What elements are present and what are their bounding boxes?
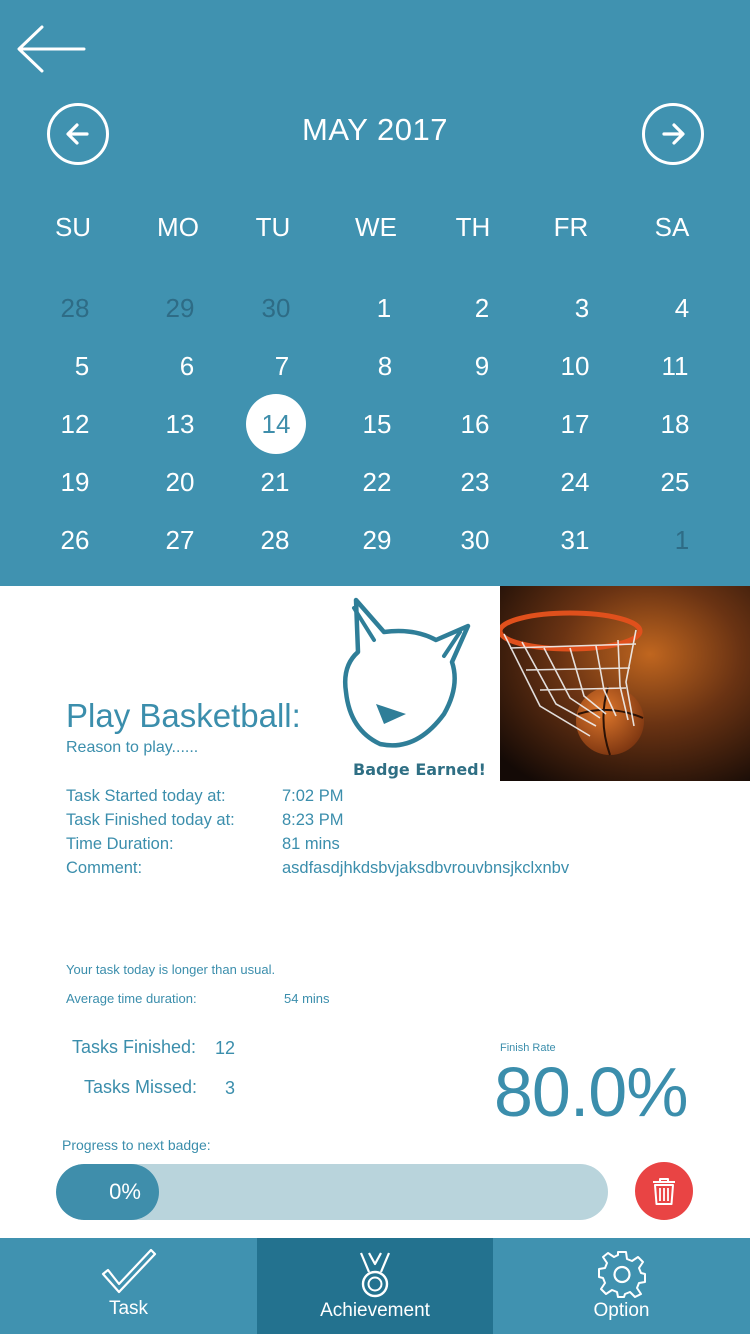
finish-rate-value: 80.0% bbox=[494, 1053, 688, 1131]
bottom-tab-bar: Task Achievement Option bbox=[0, 1238, 750, 1334]
calendar-day[interactable]: 15 bbox=[347, 394, 407, 454]
badge-earned-label: Badge Earned! bbox=[353, 760, 486, 779]
task-finished-value: 8:23 PM bbox=[282, 811, 344, 829]
tab-option-label: Option bbox=[593, 1300, 650, 1321]
task-finished-label: Task Finished today at: bbox=[66, 811, 235, 829]
tasks-missed-value: 3 bbox=[225, 1078, 236, 1098]
tasks-finished-value: 12 bbox=[215, 1038, 236, 1058]
weekday-su: SU bbox=[54, 212, 92, 242]
arrow-left-icon bbox=[17, 25, 86, 73]
calendar-day[interactable]: 5 bbox=[52, 336, 112, 396]
calendar-day[interactable]: 6 bbox=[157, 336, 217, 396]
weekday-fr: FR bbox=[553, 212, 589, 242]
progress-label: Progress to next badge: bbox=[62, 1137, 211, 1153]
calendar-day[interactable]: 7 bbox=[252, 336, 312, 396]
badge-progress-bar: 0% bbox=[56, 1164, 608, 1220]
calendar-day[interactable]: 16 bbox=[445, 394, 505, 454]
task-reason: Reason to play...... bbox=[66, 739, 199, 756]
calendar-day[interactable]: 30 bbox=[246, 278, 306, 338]
tasks-finished-label: Tasks Finished: bbox=[72, 1037, 197, 1057]
calendar-day[interactable]: 9 bbox=[452, 336, 512, 396]
average-duration-value: 54 mins bbox=[284, 991, 330, 1006]
weekday-th: TH bbox=[455, 212, 491, 242]
calendar-day[interactable]: 19 bbox=[45, 452, 105, 512]
calendar-day[interactable]: 2 bbox=[452, 278, 512, 338]
calendar-day[interactable]: 31 bbox=[545, 510, 605, 570]
calendar-day[interactable]: 18 bbox=[645, 394, 705, 454]
medal-icon bbox=[359, 1252, 391, 1298]
task-started-value: 7:02 PM bbox=[282, 787, 344, 805]
fox-badge-icon bbox=[343, 597, 471, 748]
task-started-label: Task Started today at: bbox=[66, 787, 226, 805]
calendar-day[interactable]: 26 bbox=[45, 510, 105, 570]
back-button[interactable] bbox=[14, 22, 88, 76]
gear-icon bbox=[597, 1251, 646, 1298]
calendar-day[interactable]: 28 bbox=[245, 510, 305, 570]
weekday-we: WE bbox=[355, 212, 397, 242]
checkmark-icon bbox=[101, 1248, 156, 1294]
calendar-day[interactable]: 29 bbox=[150, 278, 210, 338]
calendar-day[interactable]: 21 bbox=[245, 452, 305, 512]
longer-than-usual-note: Your task today is longer than usual. bbox=[66, 962, 276, 977]
time-duration-value: 81 mins bbox=[282, 835, 340, 853]
calendar-day[interactable]: 11 bbox=[645, 336, 705, 396]
time-duration-label: Time Duration: bbox=[66, 835, 174, 853]
calendar-day[interactable]: 20 bbox=[150, 452, 210, 512]
comment-label: Comment: bbox=[66, 859, 143, 877]
progress-value: 0% bbox=[109, 1179, 141, 1204]
calendar-day[interactable]: 28 bbox=[45, 278, 105, 338]
average-duration-label: Average time duration: bbox=[66, 991, 197, 1006]
weekday-mo: MO bbox=[157, 212, 199, 242]
calendar-day[interactable]: 13 bbox=[150, 394, 210, 454]
weekday-sa: SA bbox=[654, 212, 690, 242]
tasks-missed-label: Tasks Missed: bbox=[84, 1077, 198, 1097]
calendar-day[interactable]: 8 bbox=[355, 336, 415, 396]
calendar-day[interactable]: 30 bbox=[445, 510, 505, 570]
delete-button[interactable] bbox=[635, 1162, 693, 1220]
comment-value: asdfasdjhkdsbvjaksdbvrouvbnsjkclxnbv bbox=[282, 859, 570, 877]
chevron-right-circle-icon bbox=[662, 123, 685, 145]
calendar-day[interactable]: 23 bbox=[445, 452, 505, 512]
weekday-tu: TU bbox=[255, 212, 291, 242]
calendar-day[interactable]: 3 bbox=[552, 278, 612, 338]
next-month-button[interactable] bbox=[642, 103, 704, 165]
calendar-day[interactable]: 12 bbox=[45, 394, 105, 454]
calendar-day[interactable]: 27 bbox=[150, 510, 210, 570]
trash-icon bbox=[653, 1178, 675, 1205]
month-title: MAY 2017 bbox=[302, 112, 448, 147]
tab-achievement[interactable]: Achievement bbox=[257, 1238, 493, 1334]
tab-option[interactable]: Option bbox=[493, 1238, 750, 1334]
task-title: Play Basketball: bbox=[66, 697, 301, 734]
calendar-day[interactable]: 4 bbox=[652, 278, 712, 338]
calendar-day[interactable]: 17 bbox=[545, 394, 605, 454]
tab-task[interactable]: Task bbox=[0, 1238, 257, 1334]
tab-task-label: Task bbox=[108, 1298, 149, 1319]
calendar-header: MAY 2017 SU MO TU WE TH FR SA 28 29 30 1… bbox=[0, 0, 750, 586]
calendar-day-selected[interactable]: 14 bbox=[246, 394, 306, 454]
calendar-day[interactable]: 29 bbox=[347, 510, 407, 570]
basketball-hoop-photo bbox=[500, 586, 750, 781]
calendar-day[interactable]: 10 bbox=[545, 336, 605, 396]
calendar-day[interactable]: 1 bbox=[652, 510, 712, 570]
calendar-day[interactable]: 24 bbox=[545, 452, 605, 512]
calendar-day[interactable]: 22 bbox=[347, 452, 407, 512]
calendar-day[interactable]: 25 bbox=[645, 452, 705, 512]
calendar-day[interactable]: 1 bbox=[354, 278, 414, 338]
tab-achievement-label: Achievement bbox=[320, 1300, 430, 1321]
